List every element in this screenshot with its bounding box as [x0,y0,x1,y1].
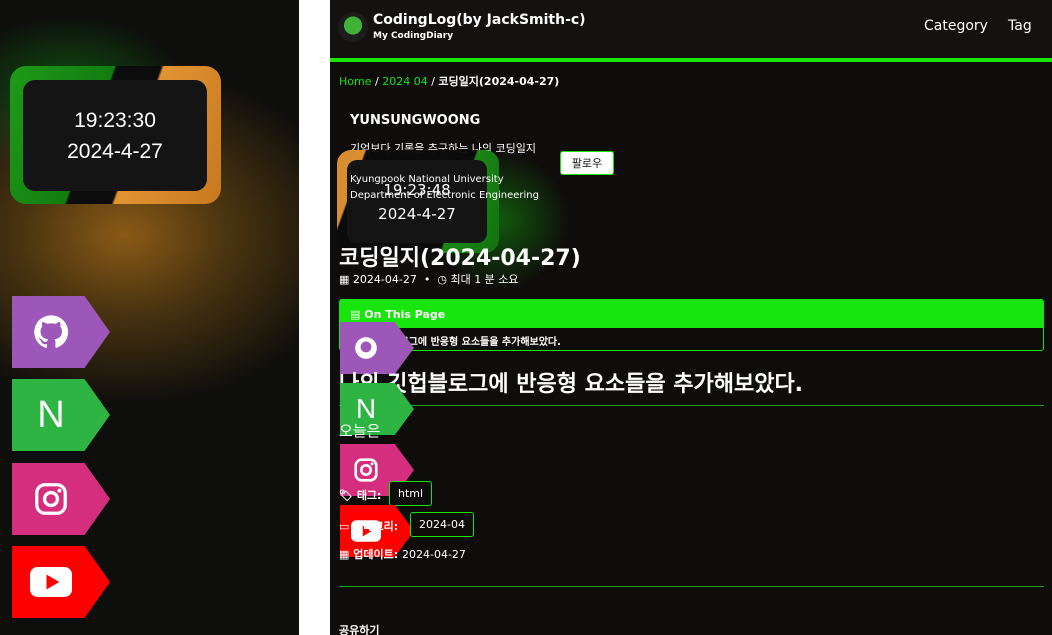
table-of-contents: ▤ On This Page 나의 깃헙블로그에 반응형 요소들을 추가해보았다… [339,299,1044,351]
github-link[interactable] [12,296,110,368]
naver-icon: N [37,393,65,436]
category-row: ▭ 카테고리: [339,518,398,534]
updated-row: ▦ 업데이트: 2024-04-27 [339,546,466,562]
breadcrumb-sep: / [374,75,379,88]
tags-label: 태그: [356,489,382,502]
instagram-icon [30,478,72,520]
breadcrumb-current: 코딩일지(2024-04-27) [438,75,560,88]
clock-date: 2024-4-27 [67,139,163,163]
instagram-icon [351,455,381,485]
clock-widget: 19:23:30 2024-4-27 [23,80,207,191]
site-logo[interactable] [338,12,368,42]
author-affiliation: Kyungpook National University Department… [350,172,539,204]
updated-date: 2024-04-27 [401,547,466,561]
left-sidebar: 19:23:30 2024-4-27 N [0,0,299,635]
author-department: Department of Electronic Engineering [350,190,539,201]
section-divider [339,405,1044,406]
post-title: 코딩일지(2024-04-27) [339,246,581,271]
site-subtitle: My CodingDiary [373,31,454,41]
read-time: 최대 1 분 소요 [450,273,519,286]
calendar-icon: ▦ [339,547,350,561]
post-date: 2024-04-27 [352,273,417,286]
author-university: Kyungpook National University [350,174,504,185]
ghost-clock-date: 2024-4-27 [378,204,456,223]
folder-icon: ▭ [339,519,350,533]
clock-icon: ◷ [437,273,447,286]
nav-tag[interactable]: Tag [1008,18,1032,34]
tags-row: 🏷 태그: [339,487,381,503]
tag-icon: 🏷 [339,488,353,502]
breadcrumb-home[interactable]: Home [339,75,371,88]
clock-time: 19:23:30 [74,108,156,132]
github-icon [30,311,72,353]
breadcrumb: Home / 2024 04 / 코딩일지(2024-04-27) [339,73,559,89]
category-chip[interactable]: 2024-04 [410,512,474,537]
toc-title: On This Page [364,308,446,321]
youtube-icon [30,561,72,603]
author-name: YUNSUNGWOONG [350,113,481,128]
follow-button[interactable]: 팔로우 [560,151,614,175]
blog-window: CodingLog(by JackSmith-c) My CodingDiary… [330,0,1052,635]
breadcrumb-month[interactable]: 2024 04 [382,75,428,88]
divider [299,0,330,635]
footer-divider [339,586,1044,587]
github-icon [351,333,381,363]
post-paragraph: 오늘은 [339,422,381,440]
post-meta: ▦ 2024-04-27 • ◷ 최대 1 분 소요 [339,271,519,287]
nav-category[interactable]: Category [924,18,988,34]
calendar-icon: ▦ [339,273,350,286]
youtube-link[interactable] [12,546,110,618]
meta-dot: • [423,273,431,286]
site-title[interactable]: CodingLog(by JackSmith-c) [373,12,586,28]
toc-item[interactable]: 나의 깃헙블로그에 반응형 요소들을 추가해보았다. [340,328,1043,353]
updated-label: 업데이트: [353,548,399,561]
masthead-divider [330,58,1052,62]
file-icon: ▤ [350,308,361,321]
naver-link[interactable]: N [12,379,110,451]
toc-header: ▤ On This Page [340,300,1043,328]
tag-chip[interactable]: html [389,481,433,506]
instagram-link[interactable] [12,463,110,535]
share-heading: 공유하기 [339,624,380,635]
category-label: 카테고리: [353,520,399,533]
breadcrumb-sep: / [431,75,435,88]
